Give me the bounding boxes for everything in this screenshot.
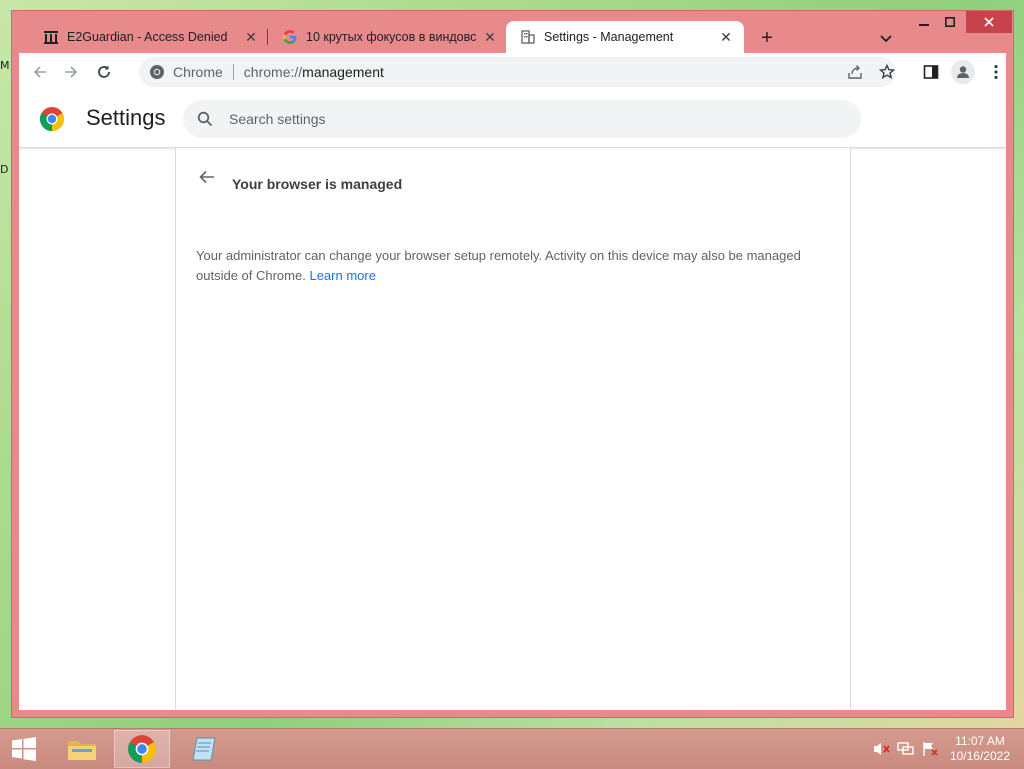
clock-date: 10/16/2022 (949, 749, 1010, 763)
tab-title: 10 крутых фокусов в виндовс - (306, 30, 476, 44)
omnibox-divider (232, 64, 234, 80)
learn-more-link[interactable]: Learn more (309, 268, 375, 283)
folder-icon (68, 741, 96, 760)
tab-title: E2Guardian - Access Denied (67, 30, 228, 44)
settings-page: Settings Your browser is managed Your ad… (19, 91, 1006, 710)
search-icon (195, 109, 215, 129)
menu-kebab-icon[interactable] (984, 60, 1008, 84)
reload-button[interactable] (92, 60, 116, 84)
taskbar-file-explorer[interactable] (54, 730, 110, 768)
building-icon (520, 29, 536, 45)
browser-toolbar: Chrome chrome://management (19, 53, 1006, 91)
building-icon (43, 29, 59, 45)
side-panel-icon[interactable] (919, 60, 943, 84)
description-text: Your administrator can change your brows… (196, 248, 801, 283)
settings-search-box[interactable] (183, 100, 861, 138)
close-icon[interactable]: ✕ (718, 29, 734, 45)
profile-avatar-icon[interactable] (951, 60, 975, 84)
tab-strip: E2Guardian - Access Denied ✕ 10 крутых ф… (12, 11, 1013, 53)
taskbar-clock[interactable]: 11:07 AM 10/16/2022 (950, 734, 1010, 764)
new-tab-button[interactable]: + (756, 27, 778, 49)
management-card: Your browser is managed Your administrat… (175, 148, 851, 710)
close-icon[interactable]: ✕ (243, 29, 259, 45)
omnibox-chip-label: Chrome (173, 64, 223, 80)
management-description: Your administrator can change your brows… (196, 246, 826, 286)
search-input[interactable] (227, 110, 831, 128)
network-icon[interactable] (897, 741, 915, 757)
taskbar: 11:07 AM 10/16/2022 (0, 728, 1024, 769)
start-button[interactable] (6, 730, 42, 768)
taskbar-app-notepad[interactable] (176, 730, 232, 768)
url-text[interactable]: chrome://management (244, 64, 384, 80)
notepad-icon (192, 737, 216, 761)
close-icon[interactable]: ✕ (482, 29, 498, 45)
windows-logo-icon (12, 737, 36, 761)
volume-muted-icon[interactable] (873, 741, 891, 757)
tab-fokusov[interactable]: 10 крутых фокусов в виндовс - ✕ (268, 21, 508, 53)
back-button[interactable] (28, 60, 52, 84)
tab-title: Settings - Management (544, 30, 674, 44)
settings-header: Settings (19, 91, 1006, 148)
tab-search-chevron-down-icon[interactable] (876, 29, 896, 49)
action-center-flag-icon[interactable] (921, 741, 939, 757)
taskbar-chrome[interactable] (114, 730, 170, 768)
url-path: management (302, 64, 384, 80)
tab-e2guardian[interactable]: E2Guardian - Access Denied ✕ (29, 21, 269, 53)
clock-time: 11:07 AM (955, 734, 1005, 748)
chrome-icon (128, 735, 156, 763)
window-close-button[interactable] (966, 11, 1012, 33)
desktop-icon-label: M (0, 59, 10, 72)
chrome-icon (150, 65, 164, 79)
address-bar[interactable]: Chrome chrome://management (139, 57, 895, 87)
url-scheme: chrome:// (243, 64, 303, 80)
omnibox-chip[interactable]: Chrome (139, 64, 223, 80)
desktop-icon-label: D (0, 163, 9, 176)
management-heading: Your browser is managed (232, 176, 403, 192)
forward-button[interactable] (59, 60, 83, 84)
back-arrow-icon[interactable] (196, 166, 218, 188)
chrome-logo-icon (39, 107, 65, 131)
google-icon (282, 29, 298, 45)
maximize-button[interactable] (935, 11, 965, 33)
chrome-window: E2Guardian - Access Denied ✕ 10 крутых ф… (11, 10, 1014, 718)
bookmark-star-icon[interactable] (875, 60, 899, 84)
page-title: Settings (86, 105, 166, 130)
tab-settings-management[interactable]: Settings - Management ✕ (506, 21, 744, 53)
share-icon[interactable] (843, 60, 867, 84)
